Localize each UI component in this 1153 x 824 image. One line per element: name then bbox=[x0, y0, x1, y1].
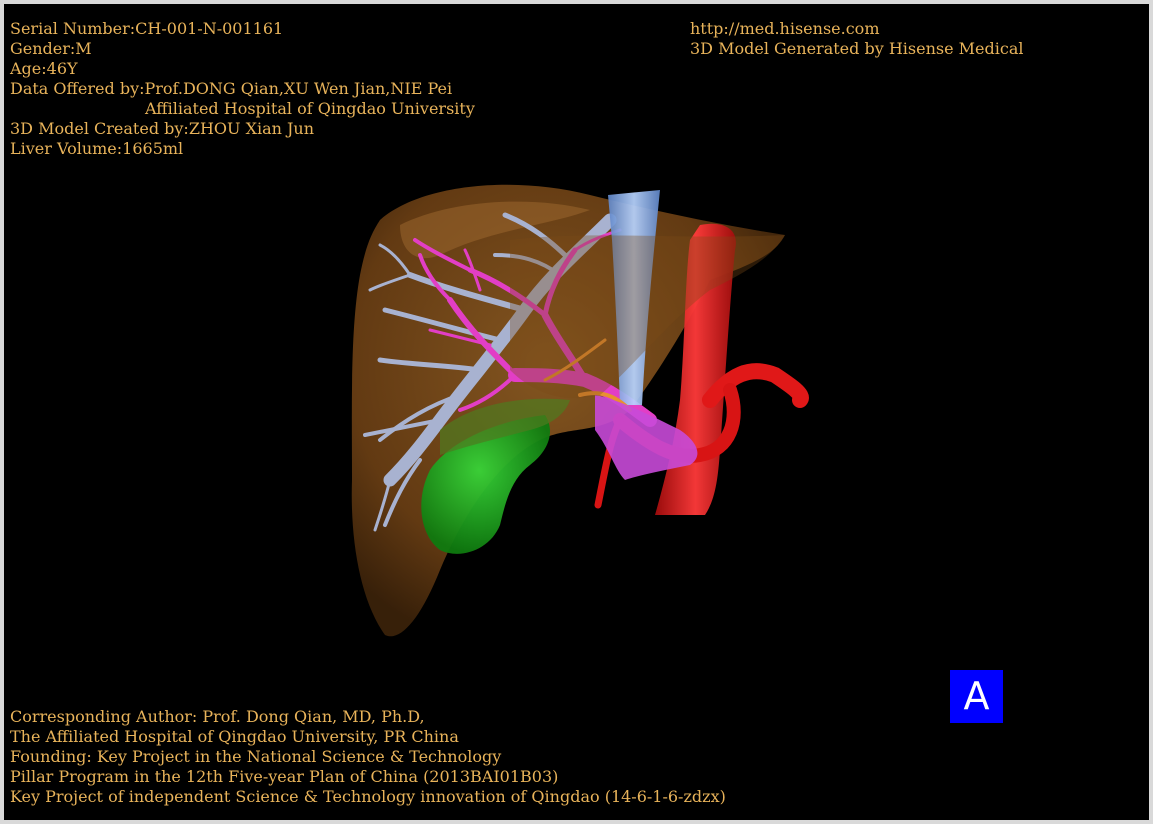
generated-by: 3D Model Generated by Hisense Medical bbox=[690, 39, 1024, 58]
credits: Corresponding Author: Prof. Dong Qian, M… bbox=[10, 707, 726, 807]
view-label-badge: A bbox=[950, 670, 1003, 723]
case-info: Serial Number:CH-001-N-001161 Gender:M A… bbox=[10, 19, 475, 159]
liver-volume: Liver Volume:1665ml bbox=[10, 139, 184, 158]
credits-line-5: Key Project of independent Science & Tec… bbox=[10, 787, 726, 806]
vendor-info: http://med.hisense.com 3D Model Generate… bbox=[690, 19, 1023, 59]
credits-line-1: Corresponding Author: Prof. Dong Qian, M… bbox=[10, 707, 425, 726]
credits-line-4: Pillar Program in the 12th Five-year Pla… bbox=[10, 767, 559, 786]
data-offered-by: Data Offered by:Prof.DONG Qian,XU Wen Ji… bbox=[10, 79, 453, 98]
hospital: Affiliated Hospital of Qingdao Universit… bbox=[145, 99, 475, 118]
age: Age:46Y bbox=[10, 59, 78, 78]
model-created-by: 3D Model Created by:ZHOU Xian Jun bbox=[10, 119, 315, 138]
credits-line-2: The Affiliated Hospital of Qingdao Unive… bbox=[10, 727, 459, 746]
vendor-url: http://med.hisense.com bbox=[690, 19, 880, 38]
gender: Gender:M bbox=[10, 39, 92, 58]
serial-number: Serial Number:CH-001-N-001161 bbox=[10, 19, 284, 38]
credits-line-3: Founding: Key Project in the National Sc… bbox=[10, 747, 502, 766]
liver-3d-model[interactable] bbox=[330, 180, 830, 650]
